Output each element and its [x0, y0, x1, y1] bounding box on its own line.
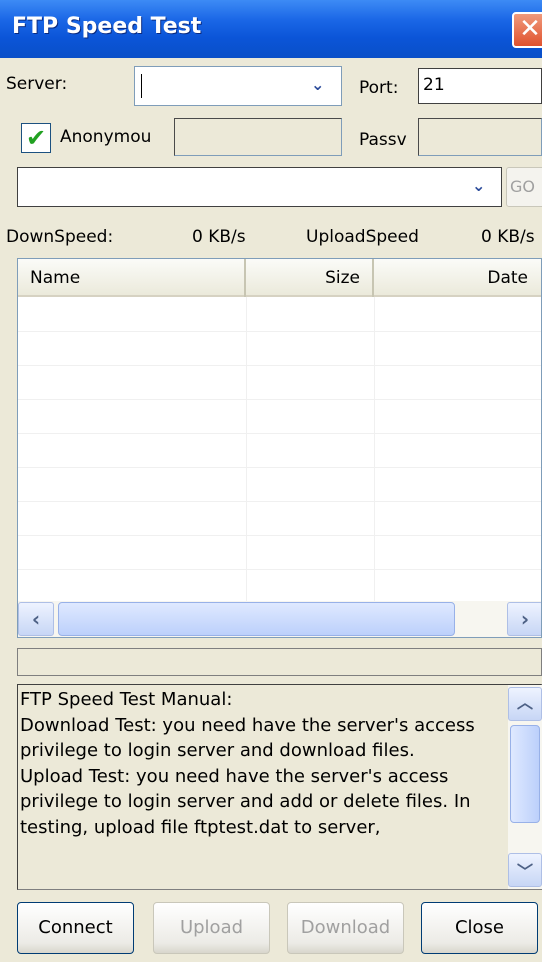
vertical-scrollbar[interactable]: ︿ ﹀ [508, 685, 542, 889]
text-cursor [141, 74, 142, 98]
port-field[interactable]: 21 [418, 68, 542, 104]
grid-line [246, 297, 247, 602]
anonymous-checkbox[interactable]: ✔ [21, 123, 51, 153]
horizontal-scrollbar[interactable]: ‹ › [18, 601, 541, 637]
path-combobox[interactable]: ⌄ [17, 167, 502, 207]
port-value: 21 [423, 75, 445, 95]
grid-line [18, 501, 541, 502]
upload-speed-value: 0 KB/s [481, 227, 535, 247]
file-list[interactable]: Name Size Date ‹ › [17, 258, 542, 638]
list-header: Name Size Date [18, 259, 541, 297]
grid-line [18, 365, 541, 366]
scroll-right-button[interactable]: › [507, 602, 541, 636]
title-bar: FTP Speed Test ✕ [0, 0, 542, 58]
server-label: Server: [6, 74, 68, 94]
column-header-date[interactable]: Date [374, 259, 541, 297]
password-field [418, 118, 542, 156]
scroll-left-button[interactable]: ‹ [18, 602, 54, 636]
window-title: FTP Speed Test [12, 14, 202, 39]
vertical-scroll-thumb[interactable] [510, 725, 540, 823]
download-button[interactable]: Download [287, 902, 404, 954]
grid-line [374, 297, 375, 602]
manual-text: FTP Speed Test Manual: Download Test: yo… [20, 689, 475, 838]
grid-line [18, 569, 541, 570]
column-header-name[interactable]: Name [18, 259, 246, 297]
upload-speed-label: UploadSpeed [306, 227, 419, 247]
grid-line [18, 467, 541, 468]
grid-line [18, 331, 541, 332]
anonymous-label: Anonymou [60, 127, 152, 147]
down-speed-label: DownSpeed: [6, 227, 114, 247]
grid-line [18, 535, 541, 536]
scroll-down-button[interactable]: ﹀ [508, 853, 542, 887]
grid-line [18, 399, 541, 400]
manual-textarea[interactable]: FTP Speed Test Manual: Download Test: yo… [17, 684, 542, 890]
close-window-button[interactable]: ✕ [512, 12, 542, 48]
horizontal-scroll-thumb[interactable] [58, 602, 455, 636]
chevron-down-icon[interactable]: ⌄ [472, 176, 485, 195]
passive-label: Passv [359, 130, 407, 150]
scroll-up-button[interactable]: ︿ [508, 687, 542, 721]
column-header-size[interactable]: Size [246, 259, 374, 297]
grid-line [18, 433, 541, 434]
down-speed-value: 0 KB/s [192, 227, 246, 247]
server-combobox[interactable]: ⌄ [134, 66, 342, 106]
connect-button[interactable]: Connect [17, 902, 134, 954]
progress-bar [17, 648, 542, 676]
port-label: Port: [359, 78, 399, 98]
go-button[interactable]: GO [506, 167, 542, 207]
username-field [174, 118, 342, 156]
chevron-down-icon[interactable]: ⌄ [311, 75, 324, 94]
upload-button[interactable]: Upload [153, 902, 270, 954]
close-button[interactable]: Close [421, 902, 538, 954]
